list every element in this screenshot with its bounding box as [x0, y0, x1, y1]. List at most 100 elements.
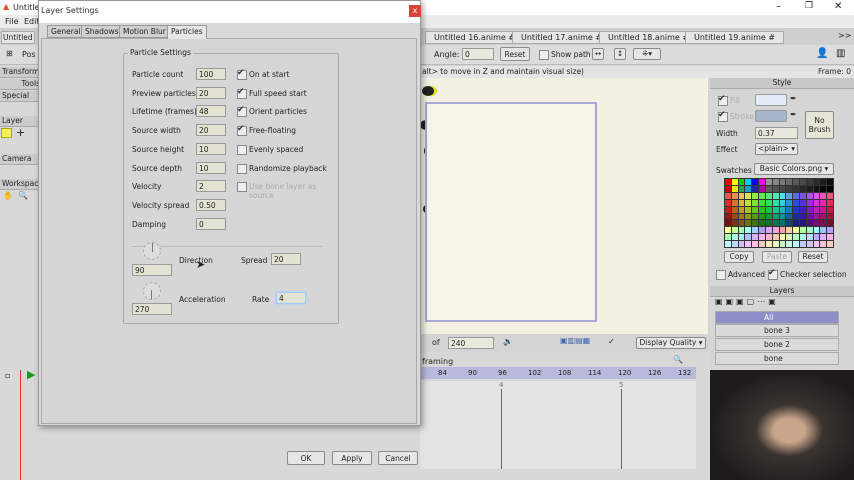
- menu-file[interactable]: File: [5, 17, 18, 26]
- hand-icon[interactable]: ✋: [3, 191, 13, 200]
- swatch[interactable]: [806, 179, 813, 185]
- swatch[interactable]: [759, 234, 765, 241]
- fill-checkbox[interactable]: Fill: [718, 94, 740, 106]
- stroke-checkbox[interactable]: Stroke: [718, 110, 754, 122]
- swatch[interactable]: [752, 213, 759, 220]
- swatch[interactable]: [738, 179, 745, 185]
- swatch[interactable]: [745, 206, 752, 213]
- swatch[interactable]: [806, 227, 813, 234]
- swatch[interactable]: [738, 227, 745, 234]
- effect-dropdown[interactable]: <plain> ▾: [755, 143, 798, 155]
- swatch[interactable]: [765, 227, 772, 234]
- swatch[interactable]: [772, 206, 779, 213]
- swatch[interactable]: [827, 220, 833, 227]
- swatch[interactable]: [820, 185, 827, 192]
- swatch[interactable]: [725, 179, 731, 185]
- no-brush-button[interactable]: No Brush: [805, 111, 834, 139]
- zoom-icon[interactable]: 🔍: [18, 191, 28, 200]
- swatch[interactable]: [779, 234, 786, 241]
- swatch[interactable]: [745, 227, 752, 234]
- swatch[interactable]: [731, 179, 738, 185]
- swatch[interactable]: [813, 185, 820, 192]
- swatch[interactable]: [786, 213, 793, 220]
- swatch[interactable]: [738, 192, 745, 199]
- swatch[interactable]: [786, 241, 793, 247]
- swatch[interactable]: [772, 213, 779, 220]
- swatch[interactable]: [786, 227, 793, 234]
- doc-tab[interactable]: Untitled 18.anime #: [599, 31, 699, 44]
- swatch[interactable]: [820, 241, 827, 247]
- swatch[interactable]: [725, 227, 731, 234]
- maximize-button[interactable]: ❐: [805, 1, 813, 11]
- swatch[interactable]: [820, 199, 827, 206]
- swatch[interactable]: [799, 234, 806, 241]
- close-window-button[interactable]: ✕: [834, 1, 842, 12]
- swatch[interactable]: [731, 206, 738, 213]
- swatch[interactable]: [772, 185, 779, 192]
- swatch[interactable]: [799, 213, 806, 220]
- swatch[interactable]: [752, 192, 759, 199]
- swatch[interactable]: [806, 206, 813, 213]
- swatch[interactable]: [779, 199, 786, 206]
- apply-button[interactable]: Apply: [332, 451, 372, 465]
- swatch[interactable]: [827, 234, 833, 241]
- swatch[interactable]: [745, 234, 752, 241]
- swatch[interactable]: [806, 213, 813, 220]
- swatch[interactable]: [799, 185, 806, 192]
- swatch[interactable]: [793, 241, 799, 247]
- fill-color-swatch[interactable]: [755, 94, 787, 106]
- swatch[interactable]: [813, 241, 820, 247]
- swatch[interactable]: [799, 206, 806, 213]
- swatch[interactable]: [738, 241, 745, 247]
- eyedropper-icon[interactable]: ✒: [790, 94, 797, 103]
- doc-tab[interactable]: Untitled: [1, 31, 35, 44]
- tab-general[interactable]: General: [47, 25, 85, 38]
- swatch[interactable]: [745, 199, 752, 206]
- swatch[interactable]: [725, 241, 731, 247]
- swatch[interactable]: [752, 199, 759, 206]
- swatch[interactable]: [752, 179, 759, 185]
- angle-input[interactable]: 0: [462, 48, 494, 60]
- swatch[interactable]: [793, 213, 799, 220]
- swatch[interactable]: [752, 227, 759, 234]
- swatch[interactable]: [725, 234, 731, 241]
- swatch[interactable]: [772, 234, 779, 241]
- swatch[interactable]: [793, 185, 799, 192]
- direction-dial[interactable]: [143, 242, 161, 260]
- spread-input[interactable]: 20: [271, 253, 301, 265]
- flip-h-icon[interactable]: ↔: [592, 48, 604, 60]
- swatch[interactable]: [745, 241, 752, 247]
- swatch[interactable]: [820, 234, 827, 241]
- swatch[interactable]: [799, 179, 806, 185]
- swatch[interactable]: [745, 192, 752, 199]
- acceleration-dial[interactable]: [143, 282, 161, 300]
- swatch[interactable]: [745, 185, 752, 192]
- field-input[interactable]: 20: [196, 124, 226, 137]
- advanced-checkbox[interactable]: Advanced: [716, 270, 765, 280]
- swatch[interactable]: [813, 206, 820, 213]
- swatch[interactable]: [731, 241, 738, 247]
- swatch[interactable]: [827, 206, 833, 213]
- swatch[interactable]: [731, 227, 738, 234]
- swatch[interactable]: [779, 213, 786, 220]
- swatches-dropdown[interactable]: Basic Colors.png ▾: [754, 163, 834, 175]
- swatch[interactable]: [786, 192, 793, 199]
- swatch[interactable]: [786, 179, 793, 185]
- option-checkbox[interactable]: On at start: [237, 68, 289, 80]
- swatch[interactable]: [779, 185, 786, 192]
- view-layout-icons[interactable]: ▣▥▤▦: [560, 336, 590, 345]
- swatch[interactable]: [820, 192, 827, 199]
- swatch[interactable]: [738, 213, 745, 220]
- swatch[interactable]: [779, 241, 786, 247]
- swatch[interactable]: [779, 192, 786, 199]
- swatch[interactable]: [731, 220, 738, 227]
- swatch[interactable]: [793, 220, 799, 227]
- swatch[interactable]: [772, 179, 779, 185]
- field-input[interactable]: 0.50: [196, 198, 226, 211]
- timeline-ruler[interactable]: 84 90 96 102 108 114 120 126 132: [420, 367, 696, 379]
- option-checkbox[interactable]: Free-floating: [237, 124, 296, 137]
- swatch[interactable]: [765, 179, 772, 185]
- swatch[interactable]: [738, 206, 745, 213]
- swatch[interactable]: [745, 220, 752, 227]
- swatch[interactable]: [731, 199, 738, 206]
